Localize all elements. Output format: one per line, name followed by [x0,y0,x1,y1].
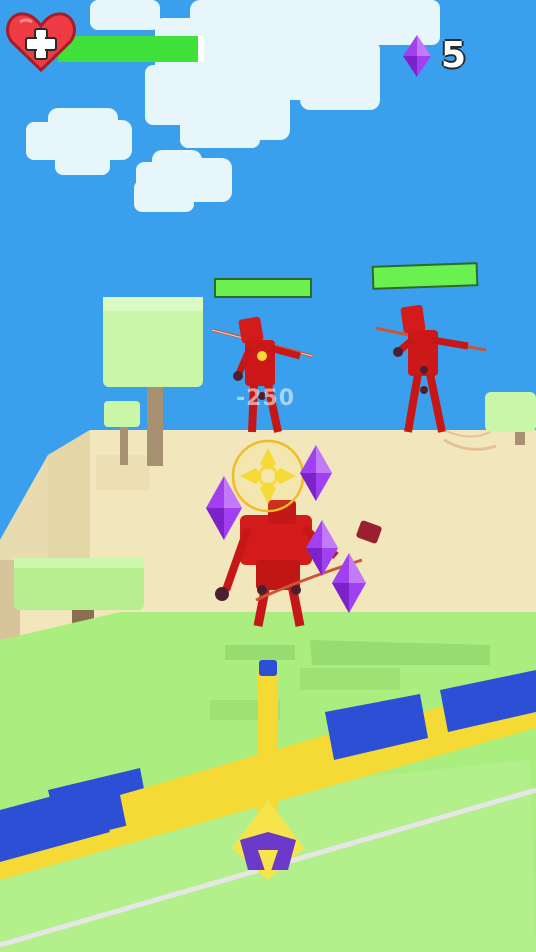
health-bar-fill [58,36,199,62]
crosshair-icon [231,439,305,513]
gem-count: 5 [440,35,466,76]
gem-icon [402,35,431,77]
heart-plus-icon [6,12,76,73]
enemy-right-health-bar-fill [373,264,477,288]
gem-counter: 5 [402,34,466,78]
player-health [6,10,206,74]
enemy-left-health-bar-fill [216,280,310,296]
damage-popup: -250 [236,386,296,411]
game-scene[interactable] [0,0,536,952]
health-bar [58,36,204,62]
